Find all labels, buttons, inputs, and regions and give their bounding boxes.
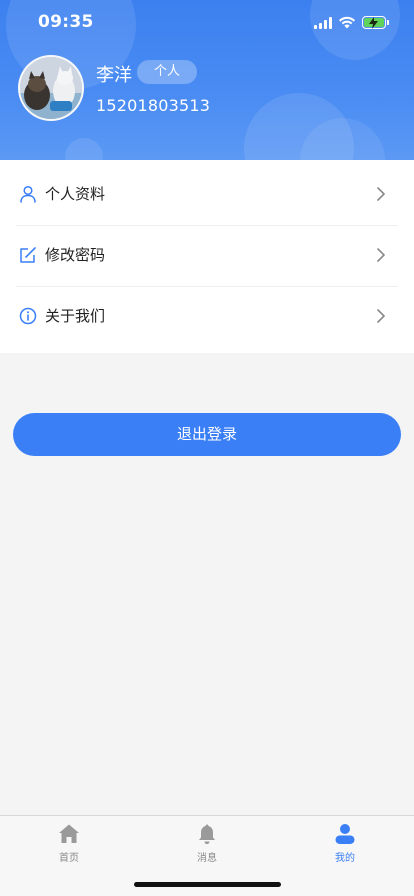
menu-item-profile[interactable]: 个人资料 xyxy=(0,163,414,224)
edit-icon xyxy=(20,246,36,263)
tab-label: 我的 xyxy=(335,853,355,864)
home-indicator xyxy=(134,882,281,887)
decor-bubble xyxy=(65,138,103,160)
wifi-icon xyxy=(338,16,356,29)
tab-home[interactable]: 首页 xyxy=(0,816,138,866)
menu-item-label: 个人资料 xyxy=(45,185,106,203)
profile-header: 09:35 李洋 个人 15201803513 xyxy=(0,0,414,160)
menu-item-about-us[interactable]: 关于我们 xyxy=(0,285,414,346)
status-time: 09:35 xyxy=(38,12,94,32)
user-icon xyxy=(20,185,36,203)
account-type-badge: 个人 xyxy=(137,60,197,84)
status-bar: 09:35 xyxy=(0,0,414,46)
tab-messages[interactable]: 消息 xyxy=(138,816,276,866)
cellular-signal-icon xyxy=(314,17,334,29)
user-name: 李洋 xyxy=(96,65,132,86)
bell-icon xyxy=(199,824,215,844)
chevron-right-icon xyxy=(377,186,385,201)
avatar-photo xyxy=(20,57,82,119)
profile-page: 09:35 李洋 个人 15201803513 个人资料 修改密码 关于我们 退… xyxy=(0,0,414,896)
chevron-right-icon xyxy=(377,247,385,262)
battery-icon xyxy=(362,16,386,29)
home-icon xyxy=(59,824,79,843)
menu-item-label: 修改密码 xyxy=(45,246,106,264)
user-phone: 15201803513 xyxy=(96,96,211,115)
tab-label: 消息 xyxy=(197,853,217,864)
tab-label: 首页 xyxy=(59,853,79,864)
avatar[interactable] xyxy=(18,55,84,121)
menu-item-change-password[interactable]: 修改密码 xyxy=(0,224,414,285)
battery-tip xyxy=(387,20,389,25)
settings-menu: 个人资料 修改密码 关于我们 xyxy=(0,160,414,353)
info-icon xyxy=(19,307,37,324)
person-icon xyxy=(335,824,355,844)
menu-item-label: 关于我们 xyxy=(45,307,106,325)
chevron-right-icon xyxy=(377,308,385,323)
logout-button[interactable]: 退出登录 xyxy=(13,413,401,456)
tab-mine[interactable]: 我的 xyxy=(276,816,414,866)
